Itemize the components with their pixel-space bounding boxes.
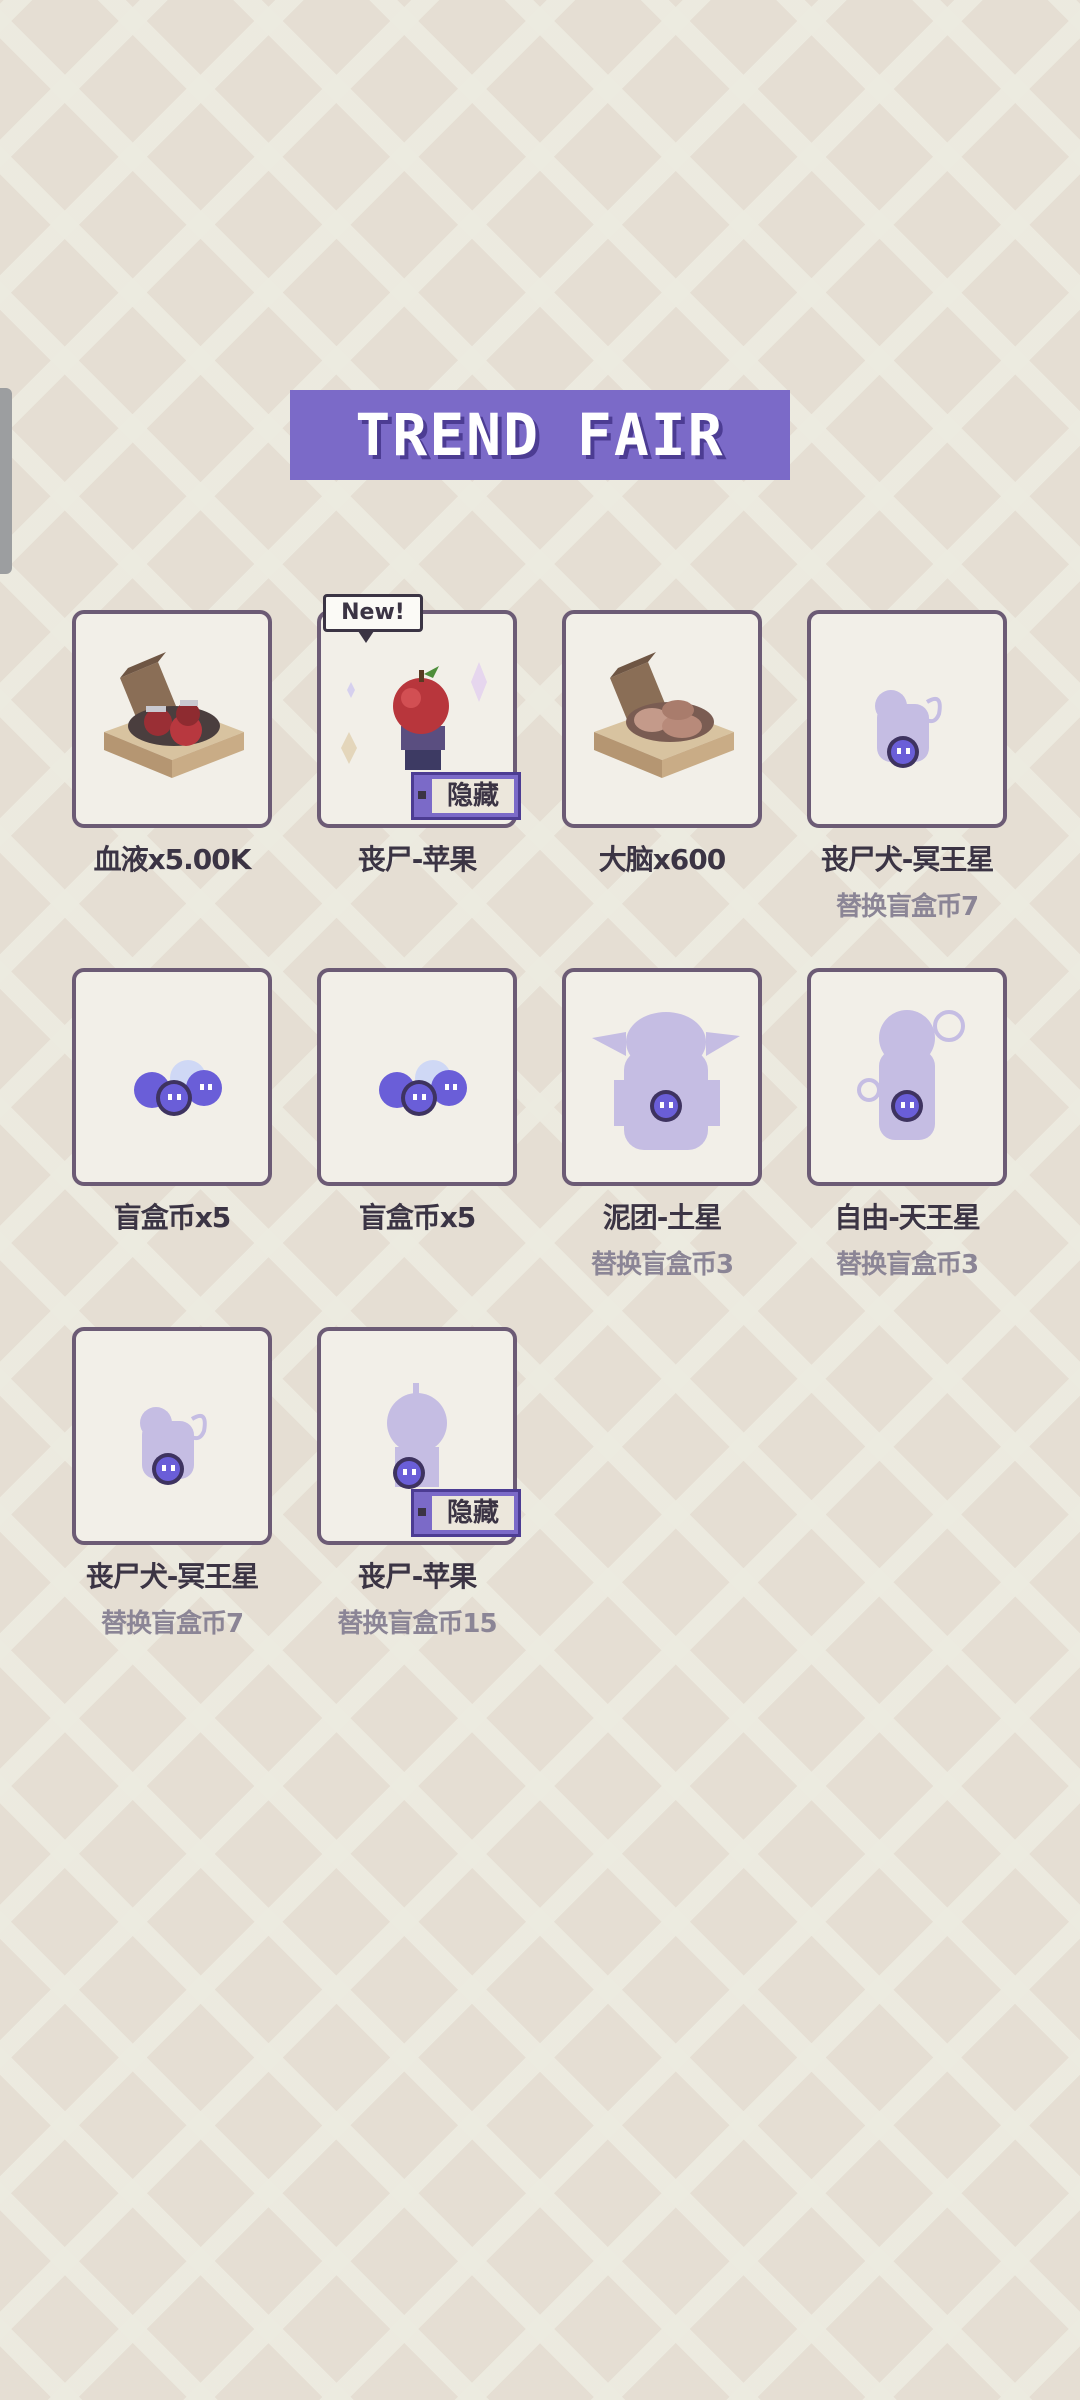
reward-item[interactable]: 大脑x600 [562, 610, 762, 878]
reward-card[interactable] [72, 968, 272, 1186]
brain-crate-icon [594, 652, 734, 778]
reward-item[interactable]: 盲盒币x5 [317, 968, 517, 1236]
item-name: 丧尸-苹果 [357, 843, 478, 876]
item-name: 血液x5.00K [93, 843, 252, 876]
reward-card[interactable] [317, 968, 517, 1186]
hidden-tag: 隐藏 [411, 772, 521, 820]
item-replace-cost: 替换盲盒币3 [590, 1250, 734, 1280]
reward-item[interactable]: 血液x5.00K [72, 610, 272, 878]
item-replace-cost: 替换盲盒币7 [835, 892, 979, 922]
item-name: 大脑x600 [598, 843, 727, 876]
reward-card[interactable] [72, 610, 272, 828]
hidden-tag: 隐藏 [411, 1489, 521, 1537]
item-name: 盲盒币x5 [358, 1201, 477, 1234]
item-name: 丧尸犬-冥王星 [85, 1560, 260, 1593]
reward-card[interactable] [562, 968, 762, 1186]
item-name: 丧尸-苹果 [357, 1560, 478, 1593]
reward-card[interactable] [562, 610, 762, 828]
reward-item[interactable]: 丧尸犬-冥王星 替换盲盒币7 [807, 610, 1007, 923]
reward-card[interactable]: 隐藏 [317, 1327, 521, 1545]
zombie-dog-silhouette-icon [875, 690, 942, 768]
reward-item[interactable]: New! 隐藏 丧尸-苹果 [317, 594, 521, 878]
liberty-silhouette-icon [857, 1010, 965, 1140]
reward-card[interactable]: New! 隐藏 [317, 594, 521, 828]
reward-item[interactable]: 盲盒币x5 [72, 968, 272, 1236]
new-badge: New! [323, 594, 423, 643]
page-title: TREND FAIR [355, 401, 725, 469]
blind-box-coins-icon [134, 1060, 222, 1116]
blind-box-coins-icon [379, 1060, 467, 1116]
page-title-banner: TREND FAIR [290, 390, 790, 480]
item-replace-cost: 替换盲盒币3 [835, 1250, 979, 1280]
reward-item[interactable]: 隐藏 丧尸-苹果 替换盲盒币15 [317, 1327, 521, 1640]
reward-card[interactable] [72, 1327, 272, 1545]
item-name: 丧尸犬-冥王星 [820, 843, 995, 876]
zombie-dog-silhouette-icon [140, 1407, 207, 1485]
item-name: 盲盒币x5 [113, 1201, 232, 1234]
side-drawer-handle[interactable] [0, 388, 12, 574]
reward-item[interactable]: 自由-天王星 替换盲盒币3 [807, 968, 1007, 1281]
item-name: 泥团-土星 [602, 1201, 723, 1234]
mud-blob-silhouette-icon [592, 1012, 740, 1150]
blood-crate-icon [104, 652, 244, 778]
reward-item[interactable]: 丧尸犬-冥王星 替换盲盒币7 [72, 1327, 272, 1640]
item-name: 自由-天王星 [834, 1201, 981, 1234]
reward-card[interactable] [807, 968, 1007, 1186]
item-replace-cost: 替换盲盒币7 [100, 1609, 244, 1639]
reward-card[interactable] [807, 610, 1007, 828]
reward-item[interactable]: 泥团-土星 替换盲盒币3 [562, 968, 762, 1281]
item-replace-cost: 替换盲盒币15 [337, 1609, 497, 1639]
